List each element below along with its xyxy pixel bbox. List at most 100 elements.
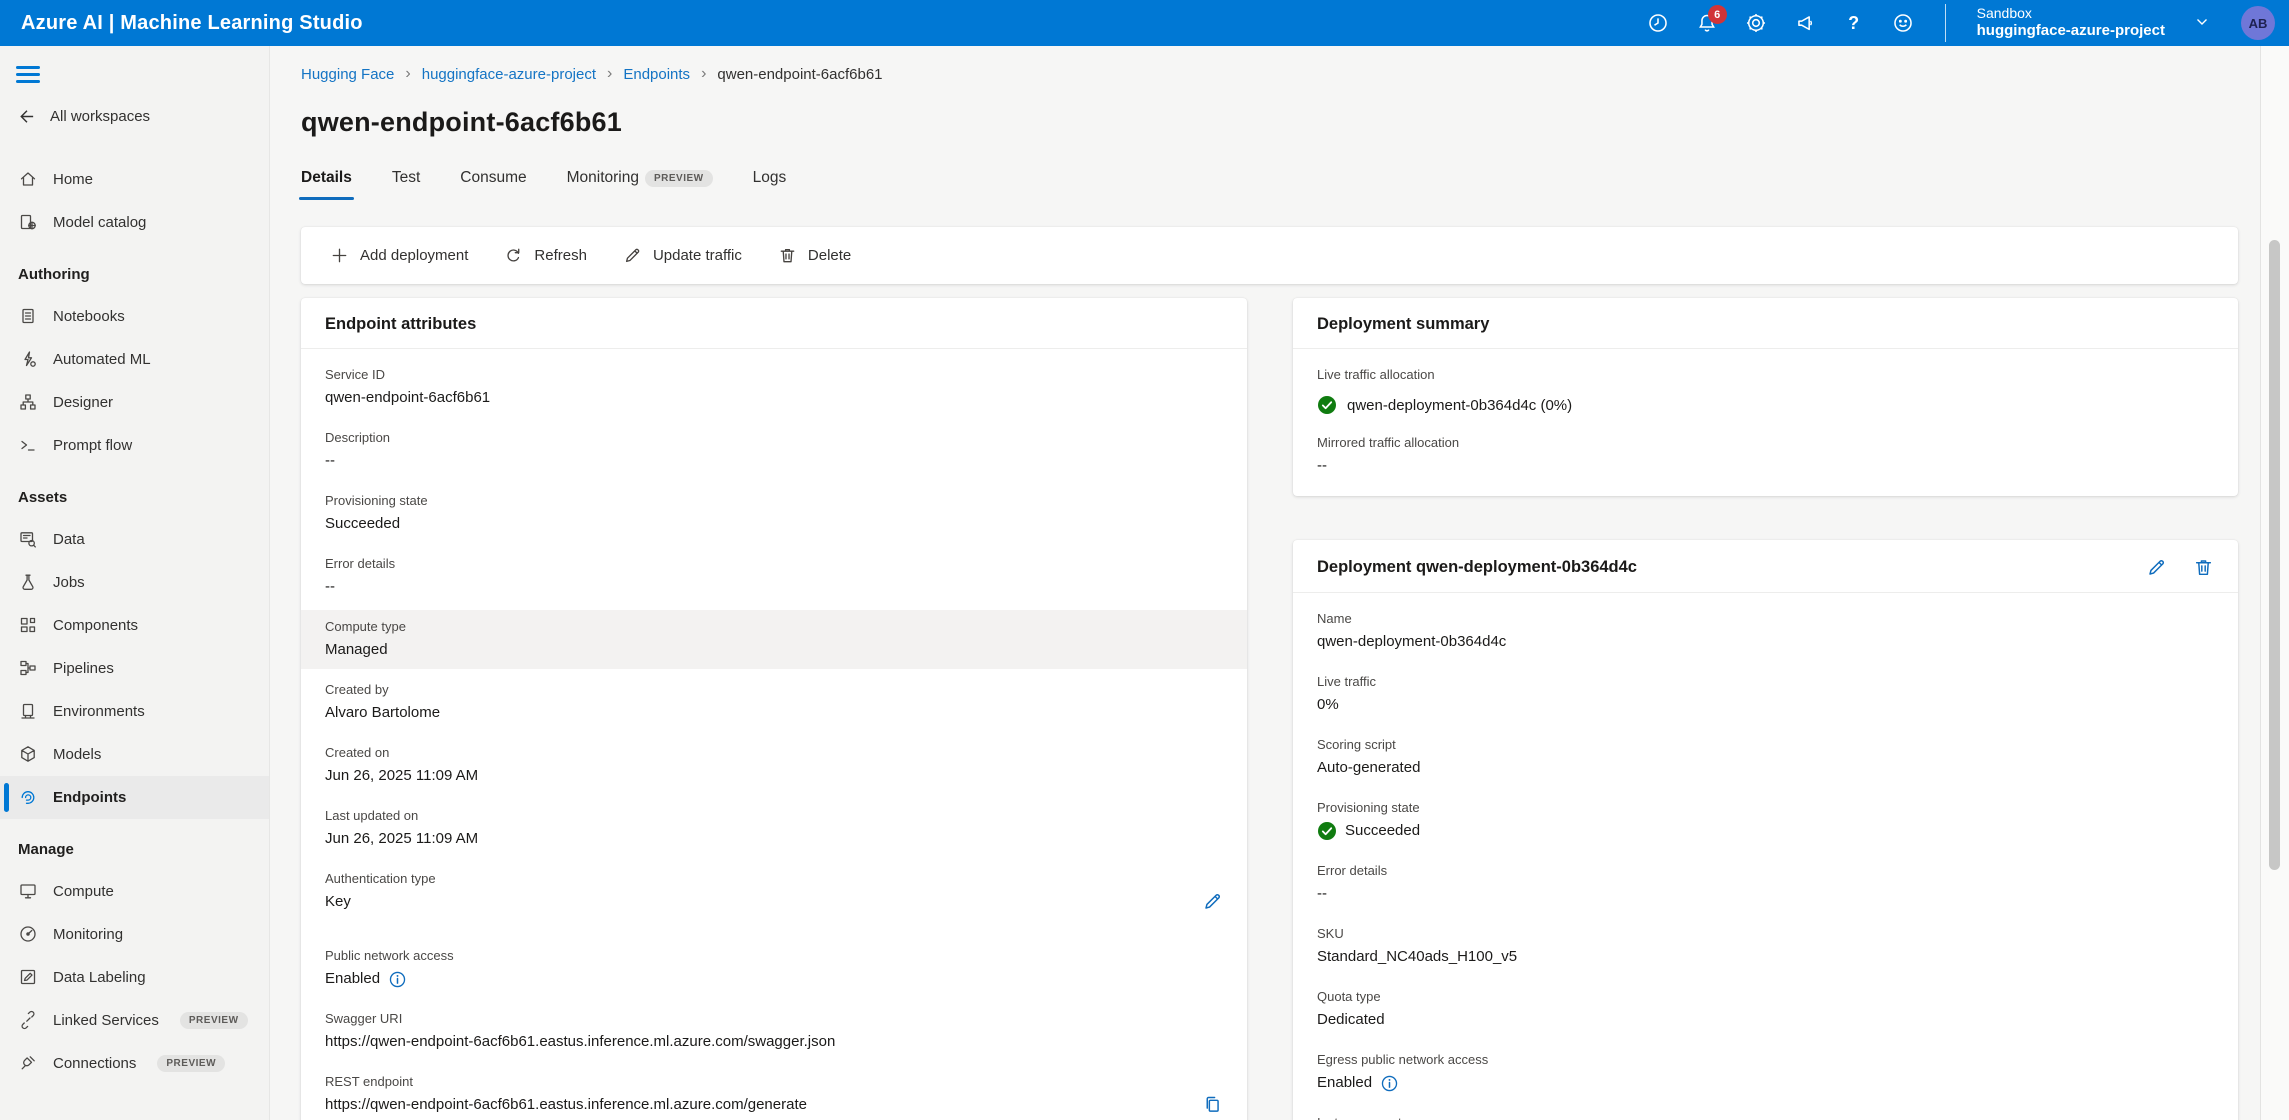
copy-icon[interactable] (1202, 1094, 1223, 1115)
breadcrumb-project[interactable]: huggingface-azure-project (422, 66, 596, 83)
workspace-switcher[interactable]: Sandbox huggingface-azure-project (1977, 5, 2165, 41)
tab-consume[interactable]: Consume (460, 169, 526, 200)
field-description: Description -- (325, 430, 1223, 471)
settings-gear-icon[interactable] (1745, 12, 1767, 34)
sidebar-item-pipelines[interactable]: Pipelines (0, 647, 269, 690)
edit-deployment-pencil-icon[interactable] (2146, 557, 2167, 578)
field-last-updated-on: Last updated on Jun 26, 2025 11:09 AM (325, 808, 1223, 849)
pencil-icon (623, 246, 642, 265)
trash-icon (778, 246, 797, 265)
sidebar-item-label: Linked Services (53, 1012, 159, 1029)
field-rest-endpoint: REST endpoint https://qwen-endpoint-6acf… (325, 1074, 1223, 1115)
breadcrumb-endpoints[interactable]: Endpoints (623, 66, 690, 83)
live-traffic-allocation-value: qwen-deployment-0b364d4c (0%) (1317, 395, 2214, 415)
sidebar-item-data[interactable]: Data (0, 518, 269, 561)
active-indicator (4, 783, 9, 812)
sidebar-item-prompt-flow[interactable]: Prompt flow (0, 424, 269, 467)
all-workspaces-back[interactable]: All workspaces (0, 97, 269, 136)
sidebar-item-notebooks[interactable]: Notebooks (0, 295, 269, 338)
card-title: Endpoint attributes (325, 315, 476, 334)
plus-icon (330, 246, 349, 265)
sidebar-item-home[interactable]: Home (0, 158, 269, 201)
success-check-icon (1317, 821, 1337, 841)
deployment-card: Deployment qwen-deployment-0b364d4c (1293, 540, 2238, 1120)
field-authentication-type: Authentication type Key (325, 871, 1223, 912)
sidebar-section-authoring: Authoring (0, 244, 269, 295)
sidebar-item-label: Environments (53, 703, 145, 720)
add-deployment-button[interactable]: Add deployment (315, 237, 483, 274)
monitoring-gauge-icon (18, 924, 38, 944)
sidebar-item-monitoring[interactable]: Monitoring (0, 913, 269, 956)
announcements-icon[interactable] (1794, 12, 1816, 34)
field-live-traffic: Live traffic 0% (1317, 674, 2214, 715)
avatar[interactable]: AB (2241, 6, 2275, 40)
refresh-icon (504, 246, 523, 265)
sidebar-item-models[interactable]: Models (0, 733, 269, 776)
sidebar-item-components[interactable]: Components (0, 604, 269, 647)
chevron-down-icon[interactable] (2192, 12, 2214, 34)
field-swagger-uri: Swagger URI https://qwen-endpoint-6acf6b… (325, 1011, 1223, 1052)
field-error-details: Error details -- (325, 556, 1223, 597)
sidebar-item-model-catalog[interactable]: Model catalog (0, 201, 269, 244)
field-quota-type: Quota type Dedicated (1317, 989, 2214, 1030)
tab-details[interactable]: Details (301, 169, 352, 200)
delete-deployment-trash-icon[interactable] (2193, 557, 2214, 578)
delete-button[interactable]: Delete (763, 237, 866, 274)
notebooks-icon (18, 306, 38, 326)
sidebar-item-environments[interactable]: Environments (0, 690, 269, 733)
sidebar-item-data-labeling[interactable]: Data Labeling (0, 956, 269, 999)
notifications-icon[interactable]: 6 (1696, 12, 1718, 34)
tab-monitoring[interactable]: Monitoring PREVIEW (567, 169, 713, 200)
breadcrumb-separator: › (607, 65, 612, 83)
command-bar: Add deployment Refresh Update traffic De… (301, 227, 2238, 284)
sidebar-item-automated-ml[interactable]: Automated ML (0, 338, 269, 381)
sidebar-item-endpoints[interactable]: Endpoints (0, 776, 269, 819)
refresh-button[interactable]: Refresh (489, 237, 602, 274)
data-icon (18, 529, 38, 549)
sidebar-item-label: Data Labeling (53, 969, 146, 986)
sidebar-item-linked-services[interactable]: Linked Services PREVIEW (0, 999, 269, 1042)
vertical-scrollbar-track[interactable] (2260, 46, 2289, 1120)
sidebar-item-label: Endpoints (53, 789, 126, 806)
sidebar-item-label: Prompt flow (53, 437, 132, 454)
vertical-scrollbar-thumb[interactable] (2269, 240, 2280, 870)
sidebar-item-connections[interactable]: Connections PREVIEW (0, 1042, 269, 1085)
sidebar-item-label: Designer (53, 394, 113, 411)
sidebar-item-label: Jobs (53, 574, 85, 591)
workspace-name: huggingface-azure-project (1977, 22, 2165, 41)
edit-auth-pencil-icon[interactable] (1202, 891, 1223, 912)
home-icon (18, 169, 38, 189)
sidebar-item-compute[interactable]: Compute (0, 870, 269, 913)
info-icon[interactable] (1380, 1074, 1399, 1093)
field-provisioning-state: Provisioning state Succeeded (325, 493, 1223, 534)
tab-logs[interactable]: Logs (753, 169, 787, 200)
top-app-bar: Azure AI | Machine Learning Studio 6 ? S… (0, 0, 2289, 46)
breadcrumb-hugging-face[interactable]: Hugging Face (301, 66, 394, 83)
sidebar-item-label: Components (53, 617, 138, 634)
update-traffic-button[interactable]: Update traffic (608, 237, 757, 274)
feedback-smiley-icon[interactable] (1892, 12, 1914, 34)
sidebar-item-designer[interactable]: Designer (0, 381, 269, 424)
info-icon[interactable] (388, 970, 407, 989)
connections-plug-icon (18, 1053, 38, 1073)
endpoint-attributes-card: Endpoint attributes Service ID qwen-endp… (301, 298, 1247, 1120)
field-compute-type: Compute type Managed (301, 610, 1247, 669)
linked-services-icon (18, 1010, 38, 1030)
sidebar-item-jobs[interactable]: Jobs (0, 561, 269, 604)
main-content: Hugging Face › huggingface-azure-project… (270, 46, 2289, 1120)
models-cube-icon (18, 744, 38, 764)
sidebar-item-label: Model catalog (53, 214, 146, 231)
live-traffic-allocation-label: Live traffic allocation (1317, 367, 2214, 382)
tab-test[interactable]: Test (392, 169, 420, 200)
designer-icon (18, 392, 38, 412)
jobs-flask-icon (18, 572, 38, 592)
model-catalog-icon (18, 212, 38, 232)
page-title: qwen-endpoint-6acf6b61 (301, 107, 2238, 138)
field-public-network-access: Public network access Enabled (325, 948, 1223, 989)
help-icon[interactable]: ? (1843, 12, 1865, 34)
field-scoring-script: Scoring script Auto-generated (1317, 737, 2214, 778)
topbar-divider (1945, 4, 1946, 42)
sidebar-item-label: Compute (53, 883, 114, 900)
history-icon[interactable] (1647, 12, 1669, 34)
hamburger-menu-icon[interactable] (16, 66, 40, 83)
